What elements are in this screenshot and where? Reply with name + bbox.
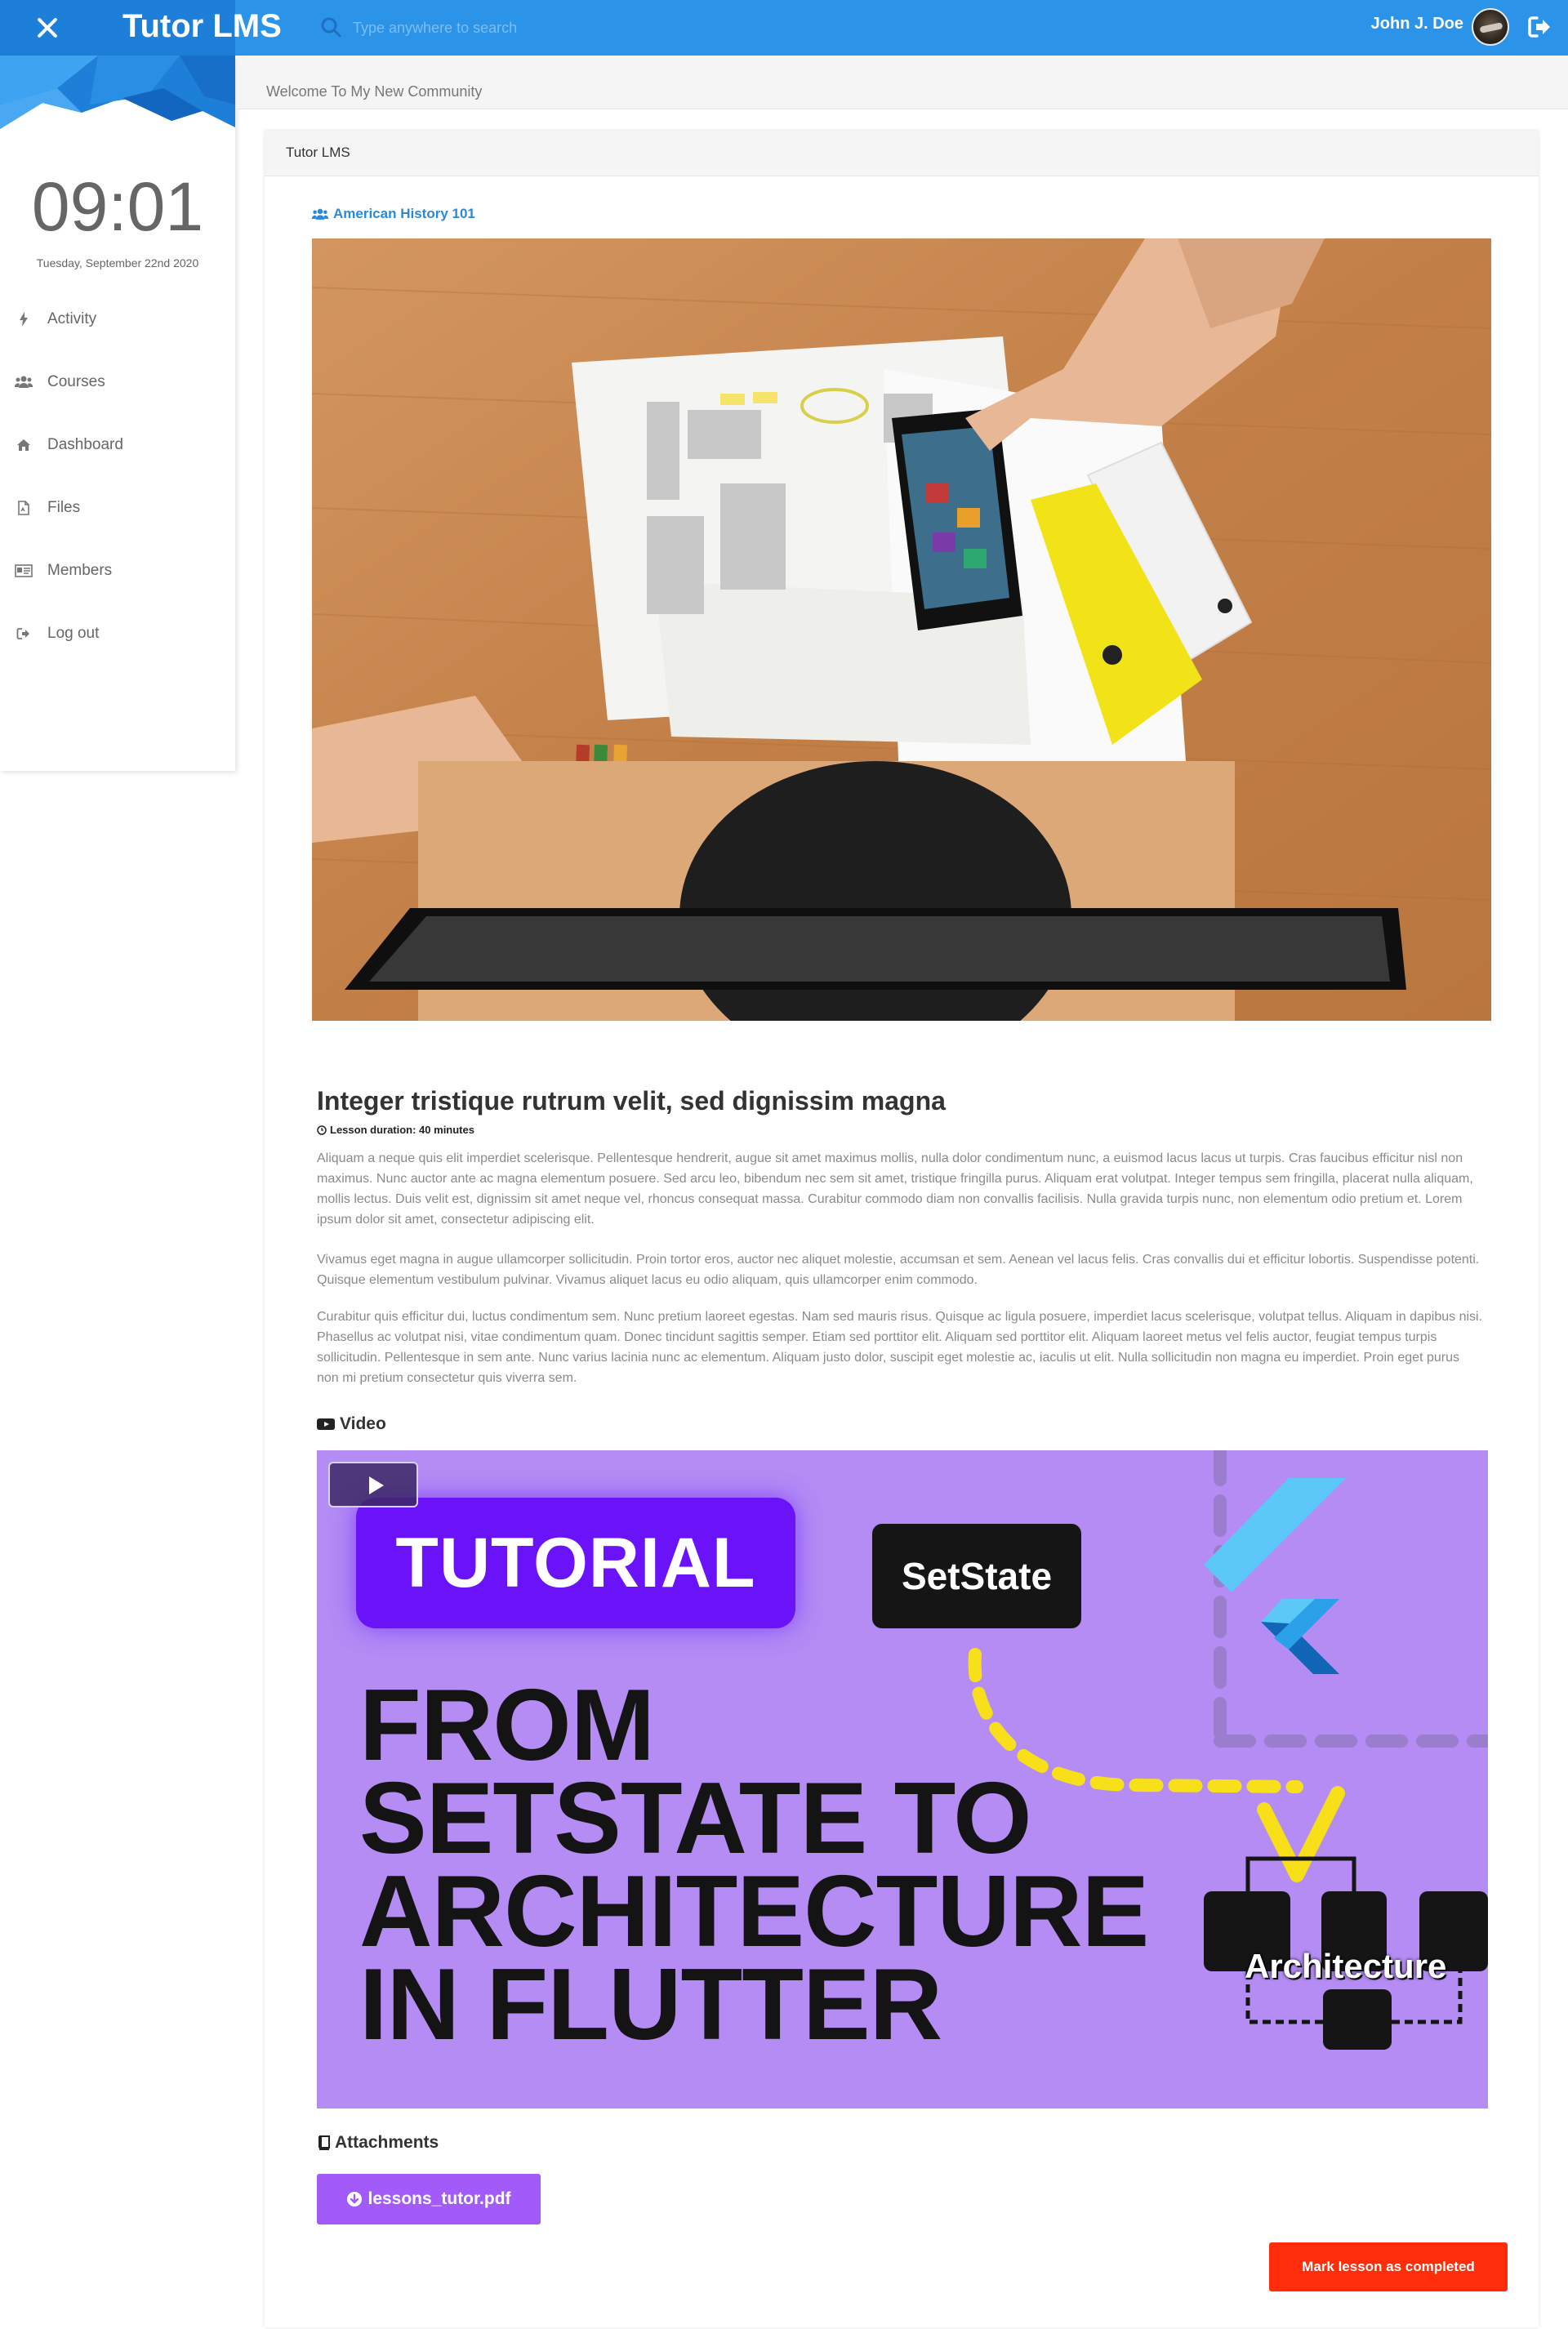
sidebar-item-label: Log out <box>47 625 100 642</box>
card-title: Tutor LMS <box>286 145 350 160</box>
lesson-featured-image <box>312 238 1491 1021</box>
breadcrumb-bar: Welcome To My New Community <box>237 56 1568 109</box>
sign-out-icon <box>15 626 33 642</box>
sidebar-item-files[interactable]: Files <box>15 494 80 522</box>
sidebar-item-label: Members <box>47 562 113 579</box>
sidebar-item-label: Courses <box>47 373 105 390</box>
lesson-card: Tutor LMS American History 101 Integer t… <box>265 131 1539 2327</box>
setstate-badge-text: SetState <box>901 1555 1053 1597</box>
video-headline-line: ARCHITECTURE <box>359 1855 1149 1968</box>
tutorial-badge-text: TUTORIAL <box>395 1524 756 1602</box>
sidebar-item-label: Activity <box>47 310 97 327</box>
close-sidebar-button[interactable] <box>33 13 62 42</box>
video-headline-line: IN FLUTTER <box>359 1948 942 2061</box>
search-box[interactable] <box>320 11 745 44</box>
attachments-section-label: Attachments <box>317 2133 439 2153</box>
lesson-duration-text: Lesson duration: 40 minutes <box>330 1124 474 1136</box>
lesson-paragraph: Curabitur quis efficitur dui, luctus con… <box>317 1310 1483 1385</box>
sidebar-item-label: Dashboard <box>47 436 123 453</box>
breadcrumb[interactable]: Welcome To My New Community <box>266 83 482 100</box>
video-player[interactable]: TUTORIAL SetState FROM SETSTATE TO ARCHI… <box>317 1450 1488 2109</box>
mark-complete-button[interactable]: Mark lesson as completed <box>1269 2242 1508 2291</box>
sidebar-item-logout[interactable]: Log out <box>15 620 99 648</box>
id-card-icon <box>15 563 33 579</box>
attachments-label: Attachments <box>335 2133 439 2152</box>
lesson-paragraph: Vivamus eget magna in augue ullamcorper … <box>317 1253 1480 1287</box>
sidebar-item-courses[interactable]: Courses <box>15 368 105 396</box>
sign-out-icon[interactable] <box>1526 13 1553 41</box>
course-link[interactable]: American History 101 <box>312 206 475 222</box>
sidebar-clock: 09:01 <box>31 168 204 245</box>
download-icon <box>347 2192 363 2207</box>
sidebar-item-activity[interactable]: Activity <box>15 305 96 333</box>
card-header: Tutor LMS <box>265 131 1539 176</box>
brand-title: Tutor LMS <box>122 8 282 44</box>
users-icon <box>15 374 33 390</box>
search-input[interactable] <box>353 15 728 41</box>
clock-icon <box>317 1124 327 1135</box>
sidebar: 09:01 Tuesday, September 22nd 2020 Activ… <box>0 56 235 771</box>
video-headline-line: FROM <box>359 1669 655 1782</box>
architecture-label: Architecture <box>1245 1947 1447 1985</box>
users-icon <box>312 208 328 220</box>
video-headline: FROM SETSTATE TO ARCHITECTURE IN FLUTTER <box>359 1669 1176 2061</box>
user-name[interactable]: John J. Doe <box>1371 15 1463 33</box>
search-icon <box>321 17 341 38</box>
bolt-icon <box>15 311 33 327</box>
lesson-paragraph: Aliquam a neque quis elit imperdiet scel… <box>317 1151 1473 1227</box>
top-bar: Tutor LMS John J. Doe <box>0 0 1568 56</box>
play-button[interactable] <box>328 1462 418 1507</box>
sidebar-item-dashboard[interactable]: Dashboard <box>15 431 123 459</box>
attachment-download-button[interactable]: lessons_tutor.pdf <box>317 2174 541 2224</box>
sidebar-banner-graphic <box>0 56 235 134</box>
lesson-duration: Lesson duration: 40 minutes <box>317 1124 474 1136</box>
course-link-label: American History 101 <box>333 206 475 221</box>
video-label: Video <box>340 1414 386 1433</box>
youtube-icon <box>317 1418 335 1430</box>
video-section-label: Video <box>317 1414 386 1434</box>
sidebar-date: Tuesday, September 22nd 2020 <box>36 256 199 269</box>
file-icon <box>15 500 33 516</box>
home-icon <box>15 437 33 453</box>
lesson-title: Integer tristique rutrum velit, sed dign… <box>317 1086 946 1116</box>
avatar[interactable] <box>1472 8 1509 46</box>
video-headline-line: SETSTATE TO <box>359 1762 1032 1875</box>
book-icon <box>318 2135 330 2150</box>
sidebar-item-members[interactable]: Members <box>15 557 112 585</box>
sidebar-item-label: Files <box>47 499 81 516</box>
attachment-file-name: lessons_tutor.pdf <box>368 2189 511 2208</box>
